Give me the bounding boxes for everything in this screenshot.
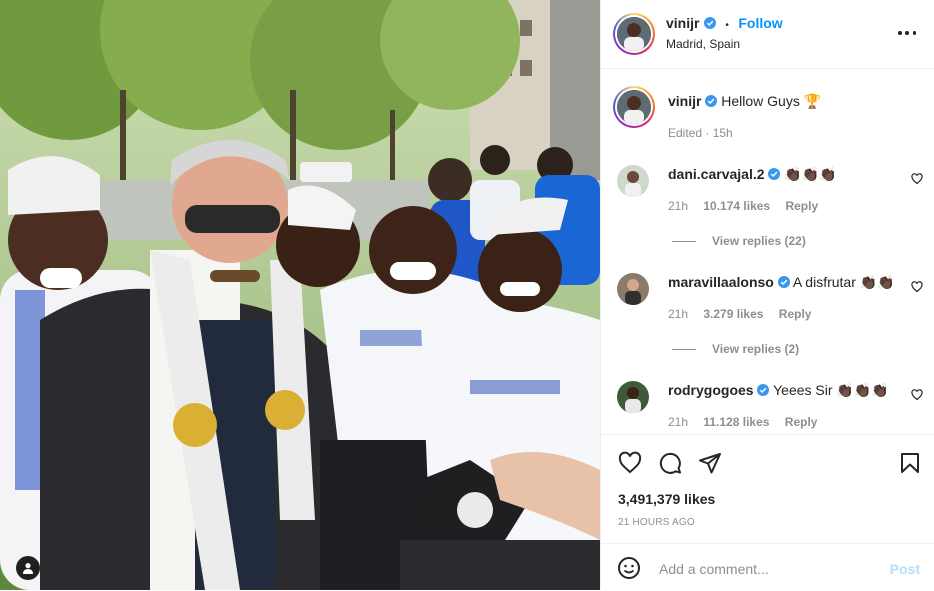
commenter-username[interactable]: maravillaalonso (668, 274, 774, 290)
bookmark-icon[interactable] (898, 451, 922, 475)
caption-text-row: vinijr Hellow Guys 🏆 (668, 93, 821, 110)
caption-text: Hellow Guys 🏆 (721, 93, 822, 109)
verified-icon (705, 95, 718, 107)
caption-username[interactable]: vinijr (668, 93, 701, 109)
view-replies-button[interactable]: View replies (22) (672, 234, 806, 248)
comment-text: 👏🏿👏🏿👏🏿 (784, 166, 837, 182)
comment-text: A disfrutar 👏🏿👏🏿 (792, 274, 895, 290)
reply-button[interactable]: Reply (785, 415, 818, 429)
commenter-avatar[interactable] (617, 273, 649, 305)
heart-icon[interactable] (911, 281, 923, 293)
comment-input[interactable] (657, 556, 881, 582)
comment-icon[interactable] (658, 451, 682, 475)
author-avatar-image (617, 17, 651, 51)
caption-avatar-image (617, 90, 651, 124)
post-comment-button[interactable]: Post (890, 561, 920, 577)
photo-illustration (0, 0, 600, 590)
heart-icon[interactable] (911, 389, 923, 401)
verified-icon (703, 17, 716, 29)
more-icon (898, 31, 902, 35)
post-side-panel: vinijr • Follow Madrid, Spain vinijr Hel… (600, 0, 934, 590)
emoji-icon[interactable] (617, 556, 641, 580)
author-username[interactable]: vinijr (666, 15, 699, 31)
follow-button[interactable]: Follow (738, 15, 782, 31)
author-avatar[interactable] (613, 13, 655, 55)
heart-icon[interactable] (618, 451, 642, 475)
comment-likes[interactable]: 11.128 likes (703, 415, 769, 429)
commenter-username[interactable]: rodrygogoes (668, 382, 754, 398)
post-location[interactable]: Madrid, Spain (666, 37, 740, 51)
dot-separator: • (725, 20, 729, 31)
commenter-avatar[interactable] (617, 381, 649, 413)
verified-icon (757, 384, 770, 396)
commenter-avatar[interactable] (617, 165, 649, 197)
post-timestamp: 21 HOURS AGO (618, 517, 695, 528)
post-photo[interactable] (0, 0, 600, 590)
share-icon[interactable] (698, 451, 722, 475)
comment-likes[interactable]: 3.279 likes (703, 307, 763, 321)
action-bar: 3,491,379 likes 21 HOURS AGO (601, 434, 934, 543)
heart-icon[interactable] (911, 173, 923, 185)
caption-avatar[interactable] (613, 86, 655, 128)
verified-icon (768, 168, 781, 180)
more-options-button[interactable] (898, 24, 916, 42)
verified-icon (777, 276, 790, 288)
tagged-user-button[interactable] (16, 556, 40, 580)
caption-edited: Edited · 15h (668, 126, 733, 140)
commenter-username[interactable]: dani.carvajal.2 (668, 166, 765, 182)
add-comment-bar: Post (601, 543, 934, 591)
likes-count[interactable]: 3,491,379 likes (618, 491, 715, 507)
post-header: vinijr • Follow Madrid, Spain (601, 0, 934, 69)
header-name-row: vinijr • Follow (666, 15, 783, 33)
comment-text: Yeees Sir 👏🏿👏🏿👏🏿 (773, 382, 889, 398)
reply-button[interactable]: Reply (785, 199, 818, 213)
comment-age: 21h (668, 199, 689, 213)
reply-button[interactable]: Reply (779, 307, 812, 321)
comment-likes[interactable]: 10.174 likes (703, 199, 770, 213)
comment-age: 21h (668, 415, 689, 429)
tagged-user-icon (23, 563, 33, 574)
view-replies-button[interactable]: View replies (2) (672, 342, 799, 356)
comments-list[interactable]: vinijr Hellow Guys 🏆 Edited · 15h dani.c… (601, 69, 934, 434)
comment-age: 21h (668, 307, 689, 321)
